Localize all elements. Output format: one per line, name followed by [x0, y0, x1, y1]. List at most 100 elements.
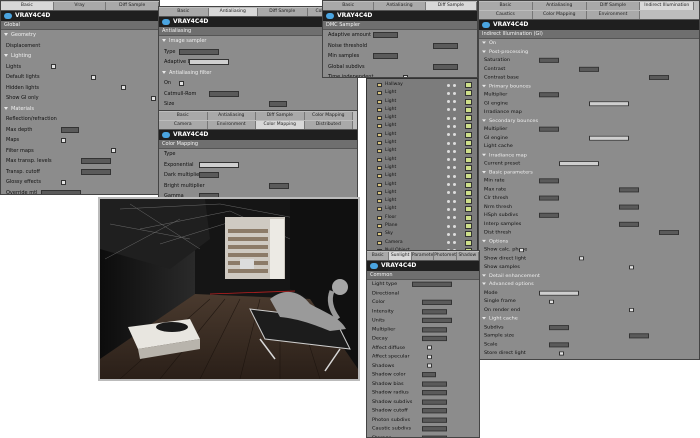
object-list-item[interactable]: Plane — [367, 222, 477, 230]
value-field[interactable] — [41, 189, 81, 194]
material-tag-icon[interactable] — [465, 140, 472, 147]
visibility-dot-icon[interactable] — [447, 158, 450, 162]
collapse-arrow-icon[interactable] — [482, 316, 486, 320]
render-dot-icon[interactable] — [453, 241, 456, 245]
material-tag-icon[interactable] — [465, 90, 472, 97]
collapse-arrow-icon[interactable] — [482, 50, 486, 53]
material-tag-icon[interactable] — [465, 123, 472, 130]
material-tag-icon[interactable] — [465, 82, 472, 88]
checkbox[interactable] — [51, 64, 56, 69]
tab-vray[interactable]: Vray — [53, 2, 107, 10]
collapse-arrow-icon[interactable] — [482, 282, 486, 285]
material-tag-icon[interactable] — [465, 156, 472, 163]
tab-diff-sample[interactable]: Diff Sample — [425, 2, 477, 10]
material-tag-icon[interactable] — [465, 239, 472, 246]
value-field[interactable] — [189, 59, 229, 65]
checkbox[interactable] — [111, 148, 116, 153]
checkbox[interactable] — [519, 247, 524, 252]
panel5-row-on[interactable]: On — [479, 39, 699, 48]
value-field[interactable] — [539, 57, 559, 63]
visibility-dot-icon[interactable] — [447, 191, 450, 195]
value-field[interactable] — [589, 100, 629, 106]
visibility-dot-icon[interactable] — [447, 166, 450, 170]
checkbox[interactable] — [427, 354, 432, 359]
material-tag-icon[interactable] — [465, 198, 472, 205]
render-dot-icon[interactable] — [453, 124, 456, 128]
tab-caustics[interactable]: Caustics — [479, 11, 533, 19]
tab-environment[interactable]: Environment — [586, 11, 641, 19]
object-list-item[interactable]: Light — [367, 181, 477, 189]
visibility-dot-icon[interactable] — [447, 91, 450, 95]
tab-parameters[interactable]: Parameters — [411, 252, 435, 260]
collapse-arrow-icon[interactable] — [482, 84, 486, 87]
render-dot-icon[interactable] — [453, 174, 456, 178]
tab-camera[interactable]: Camera — [159, 121, 208, 129]
tab-diff-sample[interactable]: Diff Sample — [586, 2, 641, 10]
visibility-dot-icon[interactable] — [447, 216, 450, 220]
object-list-item[interactable]: Floor — [367, 214, 477, 222]
panel5-row-irradiance-map[interactable]: Irradiance map — [479, 151, 699, 160]
checkbox[interactable] — [91, 74, 96, 80]
visibility-dot-icon[interactable] — [447, 174, 450, 178]
object-list-item[interactable]: Light — [367, 147, 477, 155]
material-tag-icon[interactable] — [465, 131, 472, 138]
render-dot-icon[interactable] — [453, 216, 456, 220]
tab-diff-sample[interactable]: Diff Sample — [258, 8, 308, 16]
checkbox[interactable] — [549, 299, 554, 304]
material-tag-icon[interactable] — [465, 223, 472, 230]
panel5-row-basic-parameters[interactable]: Basic parameters — [479, 168, 699, 177]
tab-basic[interactable]: Basic — [323, 2, 375, 10]
object-list-item[interactable]: Light — [367, 122, 477, 130]
visibility-dot-icon[interactable] — [447, 133, 450, 137]
tab-basic[interactable]: Basic — [159, 8, 209, 16]
tab-basic[interactable]: Basic — [367, 252, 390, 260]
collapse-arrow-icon[interactable] — [482, 153, 486, 156]
checkbox[interactable] — [427, 345, 432, 350]
value-field[interactable] — [412, 281, 452, 287]
render-dot-icon[interactable] — [453, 199, 456, 203]
collapse-arrow-icon[interactable] — [482, 41, 486, 44]
value-field[interactable] — [199, 161, 239, 168]
value-field[interactable] — [539, 178, 559, 184]
panel5-row-post-processing[interactable]: Post-processing — [479, 48, 699, 57]
value-field[interactable] — [61, 126, 79, 133]
value-field[interactable] — [373, 53, 398, 59]
tab-shadow[interactable]: Shadow — [456, 252, 479, 260]
checkbox[interactable] — [629, 264, 634, 270]
material-tag-icon[interactable] — [465, 214, 472, 221]
value-field[interactable] — [179, 48, 219, 55]
value-field[interactable] — [199, 172, 219, 178]
object-list-item[interactable]: Light — [367, 139, 477, 147]
checkbox[interactable] — [151, 95, 156, 101]
object-list-item[interactable]: Light — [367, 197, 477, 205]
value-field[interactable] — [422, 408, 447, 414]
value-field[interactable] — [209, 90, 239, 97]
render-dot-icon[interactable] — [453, 183, 456, 187]
object-list-item[interactable]: Hallway — [367, 81, 477, 89]
tab-indirect-illumination[interactable]: Indirect Illumination — [640, 2, 695, 10]
value-field[interactable] — [422, 372, 436, 378]
visibility-dot-icon[interactable] — [447, 241, 450, 245]
visibility-dot-icon[interactable] — [447, 100, 450, 104]
visibility-dot-icon[interactable] — [447, 83, 450, 87]
tab-color-mapping-2[interactable]: Color Mapping — [256, 121, 305, 129]
value-field[interactable] — [422, 390, 447, 396]
collapse-arrow-icon[interactable] — [482, 239, 486, 242]
object-list-item[interactable]: Sky — [367, 230, 477, 238]
value-field[interactable] — [539, 212, 559, 218]
visibility-dot-icon[interactable] — [447, 124, 450, 128]
value-field[interactable] — [619, 221, 639, 227]
material-tag-icon[interactable] — [465, 181, 472, 188]
material-tag-icon[interactable] — [465, 173, 472, 180]
value-field[interactable] — [539, 92, 559, 98]
collapse-arrow-icon[interactable] — [482, 170, 486, 174]
visibility-dot-icon[interactable] — [447, 224, 450, 228]
render-dot-icon[interactable] — [453, 108, 456, 112]
visibility-dot-icon[interactable] — [447, 199, 450, 203]
render-dot-icon[interactable] — [453, 83, 456, 87]
checkbox[interactable] — [121, 85, 126, 90]
value-field[interactable] — [649, 75, 669, 80]
value-field[interactable] — [422, 381, 447, 387]
value-field[interactable] — [589, 135, 629, 141]
checkbox[interactable] — [579, 256, 584, 261]
